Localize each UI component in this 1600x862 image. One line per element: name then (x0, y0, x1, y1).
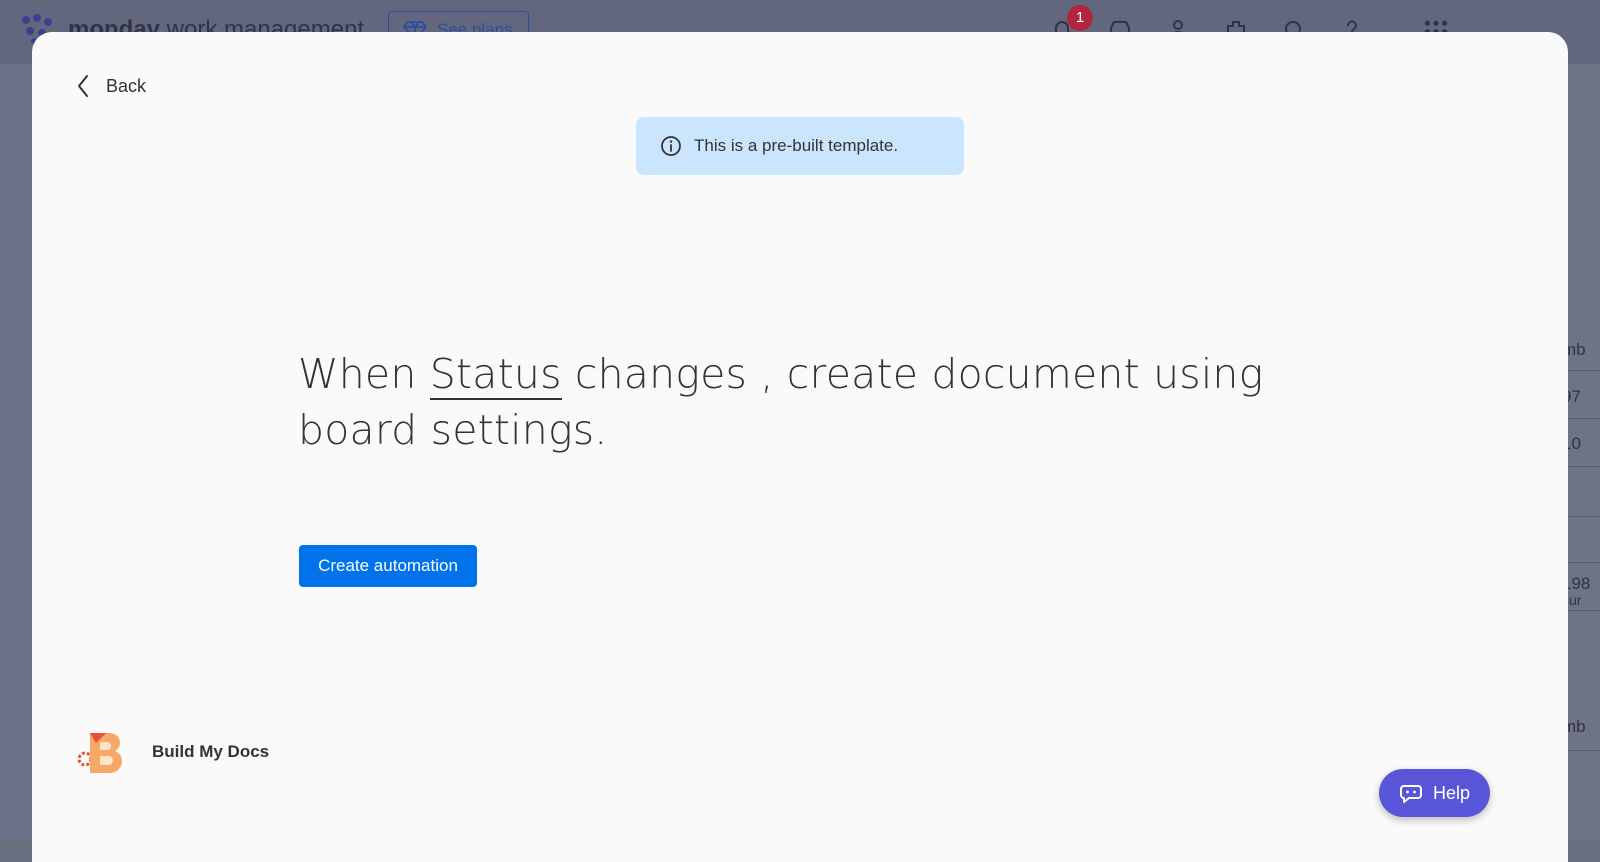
help-button[interactable]: Help (1379, 769, 1490, 817)
app-brand: Build My Docs (76, 727, 269, 777)
brand-name: Build My Docs (152, 742, 270, 761)
notification-badge: 1 (1067, 5, 1093, 31)
sentence-part-1: When (298, 350, 430, 398)
info-banner: This is a pre-built template. (636, 117, 964, 175)
build-my-docs-logo (77, 733, 122, 773)
chevron-left-icon (78, 75, 88, 97)
info-banner-text: This is a pre-built template. (694, 136, 899, 155)
status-column-token[interactable]: Status (429, 350, 562, 400)
back-button[interactable]: Back (76, 70, 146, 102)
back-label: Back (106, 75, 147, 96)
background-left-strip (0, 64, 32, 840)
create-automation-button[interactable]: Create automation (299, 545, 477, 587)
automation-template-modal: Back This is a pre-built template. When … (32, 32, 1568, 862)
automation-sentence: When Status changes , create document us… (298, 346, 1288, 458)
info-icon (661, 136, 681, 156)
help-chat-icon (1399, 785, 1422, 803)
help-label: Help (1432, 782, 1471, 803)
